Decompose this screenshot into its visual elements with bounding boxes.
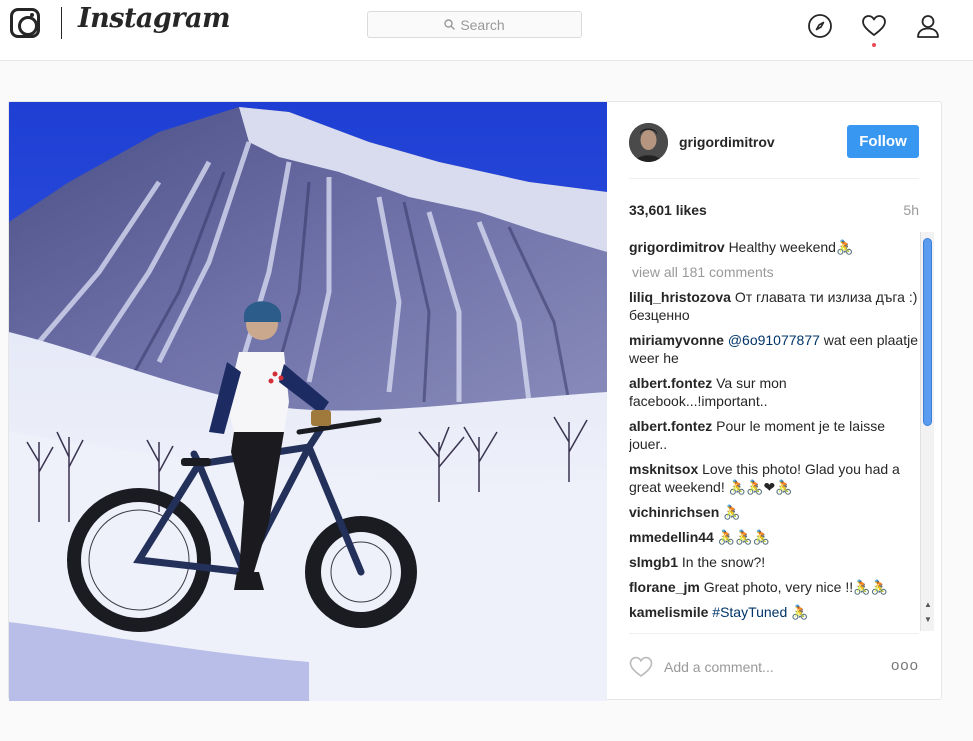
- post-username[interactable]: grigordimitrov: [679, 134, 775, 150]
- comment-username[interactable]: msknitsox: [629, 461, 698, 477]
- list-item: liliq_hristozova От главата ти излиза дъ…: [629, 288, 923, 324]
- avatar[interactable]: [629, 123, 668, 162]
- list-item: kamelismile #StayTuned 🚴: [629, 603, 923, 621]
- heart-icon[interactable]: [861, 13, 887, 39]
- list-item: mmedellin44 🚴🚴🚴: [629, 528, 923, 546]
- photo-illustration: [9, 102, 607, 701]
- comment-text: Great photo, very nice !!🚴🚴: [703, 579, 888, 595]
- scrollbar-thumb[interactable]: [923, 238, 932, 426]
- likes-count[interactable]: 33,601 likes: [629, 202, 707, 218]
- comment-username[interactable]: vichinrichsen: [629, 504, 719, 520]
- follow-button[interactable]: Follow: [847, 125, 919, 158]
- profile-icon[interactable]: [915, 13, 941, 39]
- scroll-down-arrow-icon[interactable]: ▼: [924, 615, 932, 624]
- list-item: vichinrichsen 🚴: [629, 503, 923, 521]
- post-time[interactable]: 5h: [903, 202, 919, 218]
- list-item: msknitsox Love this photo! Glad you had …: [629, 460, 923, 496]
- view-all-comments-link[interactable]: view all 181 comments: [629, 263, 923, 281]
- comment-hashtag-link[interactable]: #StayTuned: [712, 604, 787, 620]
- compass-icon[interactable]: [807, 13, 833, 39]
- list-item: slmgb1 In the snow?!: [629, 553, 923, 571]
- caption: grigordimitrov Healthy weekend🚴: [629, 238, 923, 256]
- comment-username[interactable]: liliq_hristozova: [629, 289, 731, 305]
- add-comment-row: Add a comment... ooo: [629, 656, 919, 680]
- comments-scrollbar[interactable]: ▲ ▼: [920, 232, 934, 631]
- comment-text: 🚴: [723, 504, 741, 520]
- notification-dot: [872, 43, 876, 47]
- comments-list: grigordimitrov Healthy weekend🚴 view all…: [629, 238, 923, 632]
- comment-username[interactable]: albert.fontez: [629, 375, 712, 391]
- avatar-face-icon: [629, 123, 668, 162]
- top-navigation-bar: Instagram Search: [0, 0, 973, 61]
- nav-divider: [61, 7, 62, 39]
- list-item: albert.fontez Pour le moment je te laiss…: [629, 417, 923, 453]
- search-input[interactable]: Search: [367, 11, 582, 38]
- add-comment-input[interactable]: Add a comment...: [664, 659, 774, 675]
- comment-text: In the snow?!: [681, 554, 766, 570]
- post-header: grigordimitrov Follow: [629, 123, 919, 179]
- instagram-logo-icon[interactable]: [10, 8, 40, 38]
- comment-text: 🚴: [791, 604, 809, 620]
- caption-text: Healthy weekend🚴: [728, 239, 854, 255]
- comment-username[interactable]: florane_jm: [629, 579, 700, 595]
- more-options-icon[interactable]: ooo: [891, 657, 919, 674]
- divider: [629, 633, 919, 634]
- comment-username[interactable]: mmedellin44: [629, 529, 714, 545]
- list-item: miriamyvonne @6o91077877 wat een plaatje…: [629, 331, 923, 367]
- caption-username[interactable]: grigordimitrov: [629, 239, 725, 255]
- post-card: grigordimitrov Follow 33,601 likes 5h gr…: [8, 101, 942, 701]
- comment-text: 🚴🚴🚴: [717, 529, 771, 545]
- instagram-wordmark[interactable]: Instagram: [78, 3, 231, 34]
- scroll-up-arrow-icon[interactable]: ▲: [924, 600, 932, 609]
- search-icon: [444, 19, 456, 30]
- search-placeholder: Search: [460, 16, 505, 33]
- post-photo[interactable]: [9, 102, 607, 701]
- list-item: florane_jm Great photo, very nice !!🚴🚴: [629, 578, 923, 596]
- comment-mention-link[interactable]: @6o91077877: [728, 332, 820, 348]
- comment-username[interactable]: albert.fontez: [629, 418, 712, 434]
- comment-username[interactable]: miriamyvonne: [629, 332, 724, 348]
- comment-username[interactable]: kamelismile: [629, 604, 708, 620]
- like-heart-icon[interactable]: [629, 656, 653, 678]
- list-item: albert.fontez Va sur mon facebook...!imp…: [629, 374, 923, 410]
- comment-username[interactable]: slmgb1: [629, 554, 678, 570]
- post-side-panel: grigordimitrov Follow 33,601 likes 5h gr…: [607, 102, 941, 699]
